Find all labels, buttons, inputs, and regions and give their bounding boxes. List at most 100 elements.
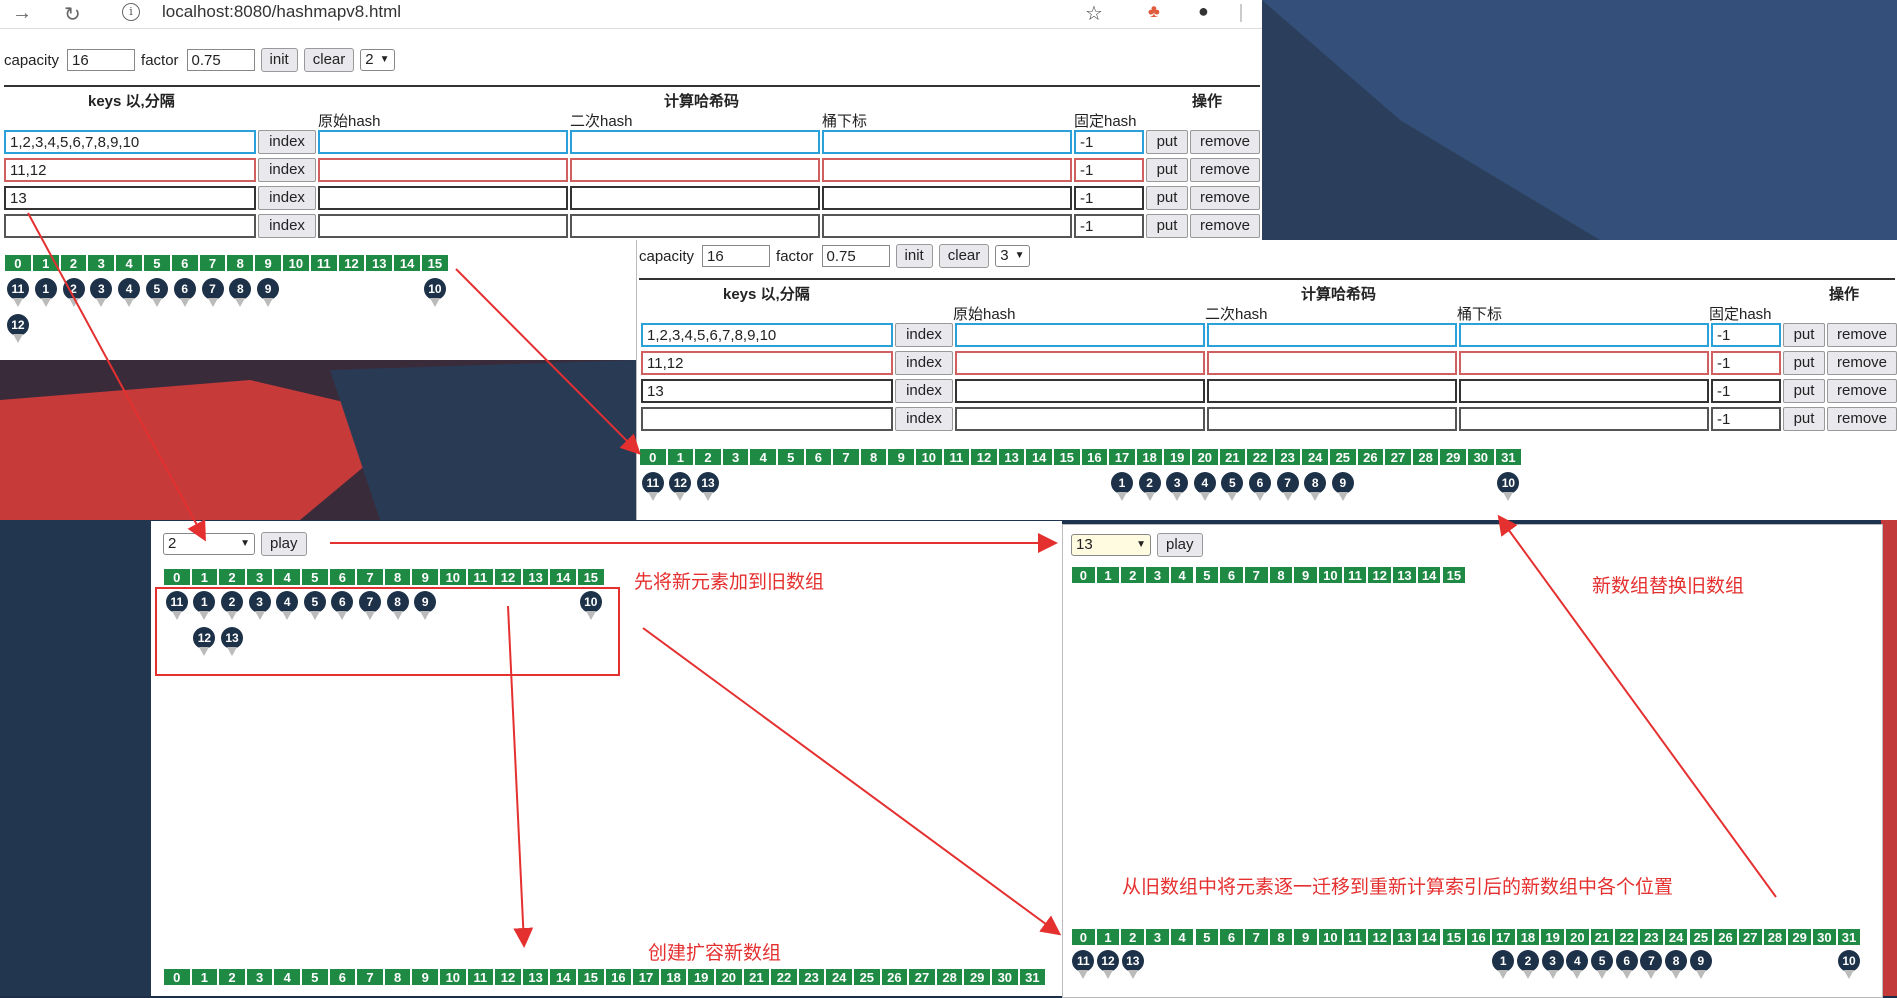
second-bucket-index-field[interactable] (1459, 323, 1709, 347)
main-remove-button[interactable]: remove (1190, 214, 1260, 238)
main-remove-button[interactable]: remove (1190, 186, 1260, 210)
main-fixed-hash-field[interactable]: -1 (1074, 130, 1144, 154)
second-remove-button[interactable]: remove (1827, 379, 1897, 403)
second-controls-row: capacity 16 factor 0.75 init clear 3 ▼ (639, 244, 1030, 268)
address-bar[interactable]: i localhost:8080/hashmapv8.html (110, 0, 1120, 26)
right-new-bucket-16: 16 (1466, 928, 1491, 946)
second-index-button[interactable]: index (895, 351, 953, 375)
main-bucket-index-field[interactable] (822, 186, 1072, 210)
second-raw-hash-field[interactable] (955, 379, 1205, 403)
main-remove-button[interactable]: remove (1190, 158, 1260, 182)
right-new-bucket-14: 14 (1416, 928, 1442, 946)
init-button[interactable]: init (260, 48, 298, 72)
factor-input[interactable]: 0.75 (186, 49, 255, 71)
second-put-button[interactable]: put (1783, 351, 1825, 375)
second-fixed-hash-field[interactable]: -1 (1711, 323, 1781, 347)
right-old-bucket-10: 10 (1318, 566, 1343, 584)
second-bucket-index-field[interactable] (1459, 379, 1709, 403)
factor-label: factor (141, 51, 179, 69)
main-put-button[interactable]: put (1146, 130, 1188, 154)
main-keys-input[interactable]: 11,12 (4, 158, 256, 182)
main-second-hash-field[interactable] (570, 130, 820, 154)
second-put-button[interactable]: put (1783, 323, 1825, 347)
second-page: capacity 16 factor 0.75 init clear 3 ▼ ke… (636, 240, 1897, 520)
second-bucket-21: 21 (1218, 448, 1247, 466)
main-put-button[interactable]: put (1146, 214, 1188, 238)
main-keys-input[interactable]: 13 (4, 186, 256, 210)
evernote-icon[interactable]: ● (1198, 1, 1209, 22)
main-raw-hash-field[interactable] (318, 130, 568, 154)
second-init-button[interactable]: init (895, 244, 933, 268)
left-bucket-1: 1 (190, 568, 219, 586)
second-fixed-hash-field[interactable]: -1 (1711, 379, 1781, 403)
right-new-bucket-10: 10 (1318, 928, 1343, 946)
second-index-button[interactable]: index (895, 323, 953, 347)
main-bucket-0: 0 (4, 254, 32, 272)
extension-icon[interactable]: ♣ (1148, 1, 1160, 22)
forward-icon[interactable]: → (12, 2, 32, 25)
main-index-button[interactable]: index (258, 130, 316, 154)
second-put-button[interactable]: put (1783, 407, 1825, 431)
second-raw-hash-field[interactable] (955, 351, 1205, 375)
second-keys-input[interactable]: 13 (641, 379, 893, 403)
main-second-hash-field[interactable] (570, 186, 820, 210)
main-raw-hash-field[interactable] (318, 214, 568, 238)
main-put-button[interactable]: put (1146, 186, 1188, 210)
second-raw-hash-field[interactable] (955, 323, 1205, 347)
second-keys-input[interactable] (641, 407, 893, 431)
main-fixed-hash-field[interactable]: -1 (1074, 186, 1144, 210)
second-second-hash-field[interactable] (1207, 407, 1457, 431)
main-raw-hash-field[interactable] (318, 158, 568, 182)
second-bucket-30: 30 (1467, 448, 1495, 466)
main-index-button[interactable]: index (258, 214, 316, 238)
main-second-hash-field[interactable] (570, 214, 820, 238)
second-raw-hash-field[interactable] (955, 407, 1205, 431)
main-keys-input[interactable] (4, 214, 256, 238)
main-second-hash-field[interactable] (570, 158, 820, 182)
bookmark-star-icon[interactable]: ☆ (1085, 1, 1103, 26)
right-step-select[interactable]: 13 ▼ (1071, 534, 1151, 556)
second-fixed-hash-field[interactable]: -1 (1711, 351, 1781, 375)
second-remove-button[interactable]: remove (1827, 407, 1897, 431)
right-new-bucket-26: 26 (1713, 928, 1738, 946)
main-remove-button[interactable]: remove (1190, 130, 1260, 154)
main-raw-hash-field[interactable] (318, 186, 568, 210)
second-clear-button[interactable]: clear (938, 244, 990, 268)
right-new-bucket-23: 23 (1639, 928, 1664, 946)
second-second-hash-field[interactable] (1207, 323, 1457, 347)
second-remove-button[interactable]: remove (1827, 351, 1897, 375)
left-play-button[interactable]: play (261, 532, 307, 556)
second-bucket-index-field[interactable] (1459, 351, 1709, 375)
second-put-button[interactable]: put (1783, 379, 1825, 403)
step-select[interactable]: 2 ▼ (360, 49, 395, 71)
second-keys-input[interactable]: 11,12 (641, 351, 893, 375)
second-index-button[interactable]: index (895, 379, 953, 403)
main-put-button[interactable]: put (1146, 158, 1188, 182)
right-node: 8 (1665, 950, 1688, 979)
main-keys-input[interactable]: 1,2,3,4,5,6,7,8,9,10 (4, 130, 256, 154)
second-capacity-input[interactable]: 16 (702, 245, 771, 267)
main-fixed-hash-field[interactable]: -1 (1074, 214, 1144, 238)
info-icon[interactable]: i (122, 3, 140, 21)
main-fixed-hash-field[interactable]: -1 (1074, 158, 1144, 182)
clear-button[interactable]: clear (303, 48, 355, 72)
left-step-select[interactable]: 2 ▼ (163, 533, 255, 555)
second-keys-input[interactable]: 1,2,3,4,5,6,7,8,9,10 (641, 323, 893, 347)
main-bucket-index-field[interactable] (822, 130, 1072, 154)
second-second-hash-field[interactable] (1207, 379, 1457, 403)
main-bucket-index-field[interactable] (822, 214, 1072, 238)
main-bucket-index-field[interactable] (822, 158, 1072, 182)
second-second-hash-field[interactable] (1207, 351, 1457, 375)
right-play-button[interactable]: play (1157, 533, 1203, 557)
capacity-input[interactable]: 16 (67, 49, 136, 71)
main-index-button[interactable]: index (258, 158, 316, 182)
left-new-bucket-29: 29 (963, 968, 991, 986)
second-index-button[interactable]: index (895, 407, 953, 431)
second-bucket-index-field[interactable] (1459, 407, 1709, 431)
second-fixed-hash-field[interactable]: -1 (1711, 407, 1781, 431)
main-index-button[interactable]: index (258, 186, 316, 210)
second-step-select[interactable]: 3 ▼ (995, 245, 1030, 267)
second-remove-button[interactable]: remove (1827, 323, 1897, 347)
second-factor-input[interactable]: 0.75 (821, 245, 890, 267)
reload-icon[interactable]: ↻ (64, 2, 81, 27)
